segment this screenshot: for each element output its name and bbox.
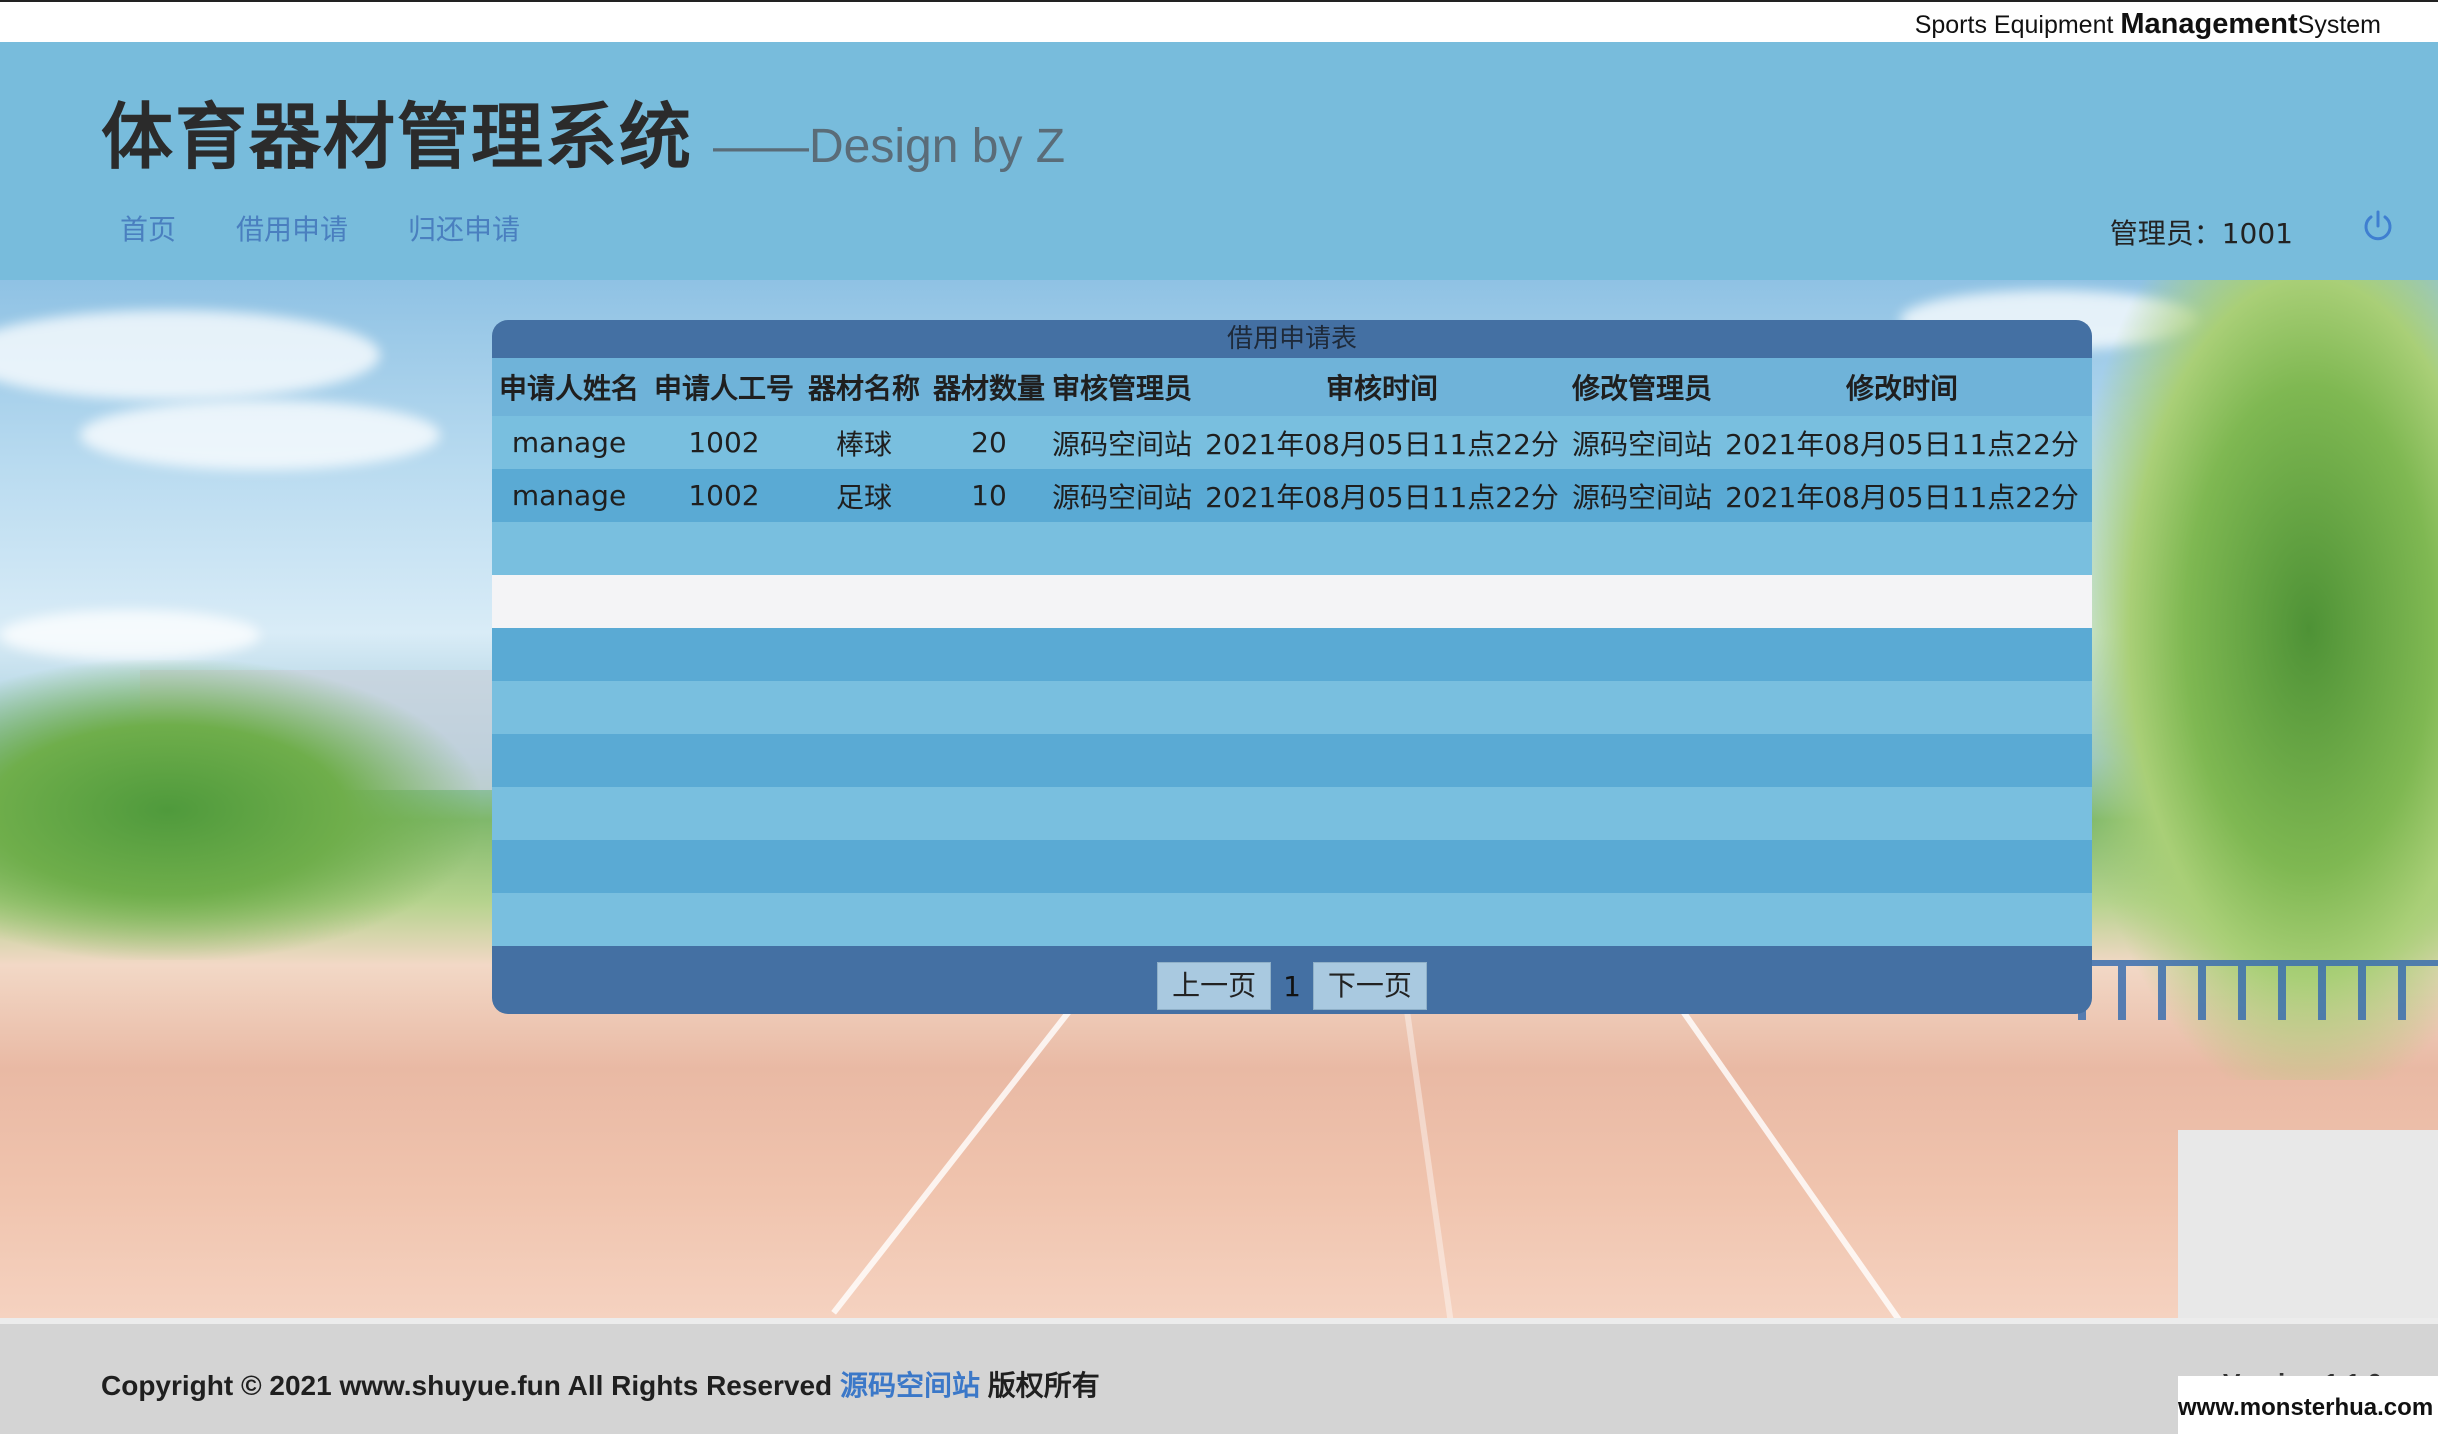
empty-row	[492, 840, 2092, 893]
page-subtitle: ——Design by Z	[713, 120, 1066, 173]
admin-label: 管理员：1001	[2109, 217, 2293, 250]
column-header: 修改管理员	[1572, 372, 1712, 405]
power-icon[interactable]	[2360, 208, 2396, 244]
empty-row	[492, 893, 2092, 946]
copyright-prefix: Copyright © 2021 www.shuyue.fun All Righ…	[101, 1370, 840, 1401]
table-cell: manage	[511, 426, 627, 459]
tagline-bold: Management	[2120, 8, 2298, 40]
column-header: 申请人工号	[653, 372, 794, 405]
watermark: www.monsterhua.com	[2178, 1376, 2438, 1434]
table-cell: 10	[971, 479, 1007, 512]
copyright-link[interactable]: 源码空间站	[840, 1370, 980, 1401]
column-header: 器材名称	[807, 372, 920, 405]
borrow-request-panel: 借用申请表 申请人姓名 申请人工号 器材名称 器材数量 审核管理员 审核时间 修…	[492, 320, 2092, 1014]
empty-row	[492, 681, 2092, 734]
table-cell: 1002	[688, 479, 760, 512]
next-page-button[interactable]: 下一页	[1312, 962, 1427, 1010]
copyright-suffix: 版权所有	[979, 1370, 1100, 1401]
table-cell: 2021年08月05日11点22分	[1725, 427, 2079, 461]
table-caption: 借用申请表	[1226, 324, 1357, 354]
page-title: 体育器材管理系统	[101, 95, 694, 179]
table-cell: 2021年08月05日11点22分	[1205, 480, 1559, 514]
table-cell: 源码空间站	[1052, 427, 1192, 461]
top-strip: Sports Equipment ManagementSystem	[0, 0, 2438, 42]
nav-borrow-request[interactable]: 借用申请	[236, 208, 348, 248]
tagline-prefix: Sports Equipment	[1914, 11, 2121, 39]
table-cell: 2021年08月05日11点22分	[1205, 427, 1559, 461]
table-cell: 源码空间站	[1572, 480, 1712, 514]
table-row: manage 1002 棒球 20 源码空间站 2021年08月05日11点22…	[492, 416, 2092, 469]
column-header: 修改时间	[1845, 372, 1958, 405]
table-cell: 1002	[688, 426, 760, 459]
table-cell: 源码空间站	[1052, 480, 1192, 514]
footer: Copyright © 2021 www.shuyue.fun All Righ…	[0, 1318, 2438, 1434]
empty-row	[492, 575, 2092, 628]
nav-return-request[interactable]: 归还申请	[408, 208, 520, 248]
borrow-request-table: 申请人姓名 申请人工号 器材名称 器材数量 审核管理员 审核时间 修改管理员 修…	[492, 358, 2092, 946]
header: 体育器材管理系统 ——Design by Z 首页 借用申请 归还申请 管理员：1…	[0, 42, 2438, 280]
system-tagline: Sports Equipment ManagementSystem	[1915, 8, 2381, 41]
copyright: Copyright © 2021 www.shuyue.fun All Righ…	[101, 1364, 1100, 1404]
table-cell: 源码空间站	[1572, 427, 1712, 461]
table-cell: 20	[971, 426, 1007, 459]
table-cell: 足球	[835, 480, 892, 514]
brand: 体育器材管理系统 ——Design by Z	[101, 78, 1065, 183]
table-header-row: 申请人姓名 申请人工号 器材名称 器材数量 审核管理员 审核时间 修改管理员 修…	[492, 358, 2092, 416]
empty-row	[492, 522, 2092, 575]
table-cell: 2021年08月05日11点22分	[1725, 480, 2079, 514]
tagline-suffix: System	[2297, 11, 2381, 39]
table-cell: manage	[511, 479, 627, 512]
pagination: 上一页 1 下一页	[492, 958, 2092, 1014]
prev-page-button[interactable]: 上一页	[1157, 962, 1272, 1010]
empty-row	[492, 734, 2092, 787]
table-cell: 棒球	[835, 427, 892, 461]
nav-home[interactable]: 首页	[120, 208, 176, 248]
column-header: 审核管理员	[1052, 372, 1192, 405]
empty-row	[492, 787, 2092, 840]
column-header: 审核时间	[1325, 372, 1438, 405]
column-header: 器材数量	[932, 372, 1045, 405]
column-header: 申请人姓名	[498, 372, 639, 405]
current-page-number: 1	[1283, 969, 1301, 1003]
main-nav: 首页 借用申请 归还申请	[120, 208, 580, 248]
table-row: manage 1002 足球 10 源码空间站 2021年08月05日11点22…	[492, 469, 2092, 522]
empty-row	[492, 628, 2092, 681]
